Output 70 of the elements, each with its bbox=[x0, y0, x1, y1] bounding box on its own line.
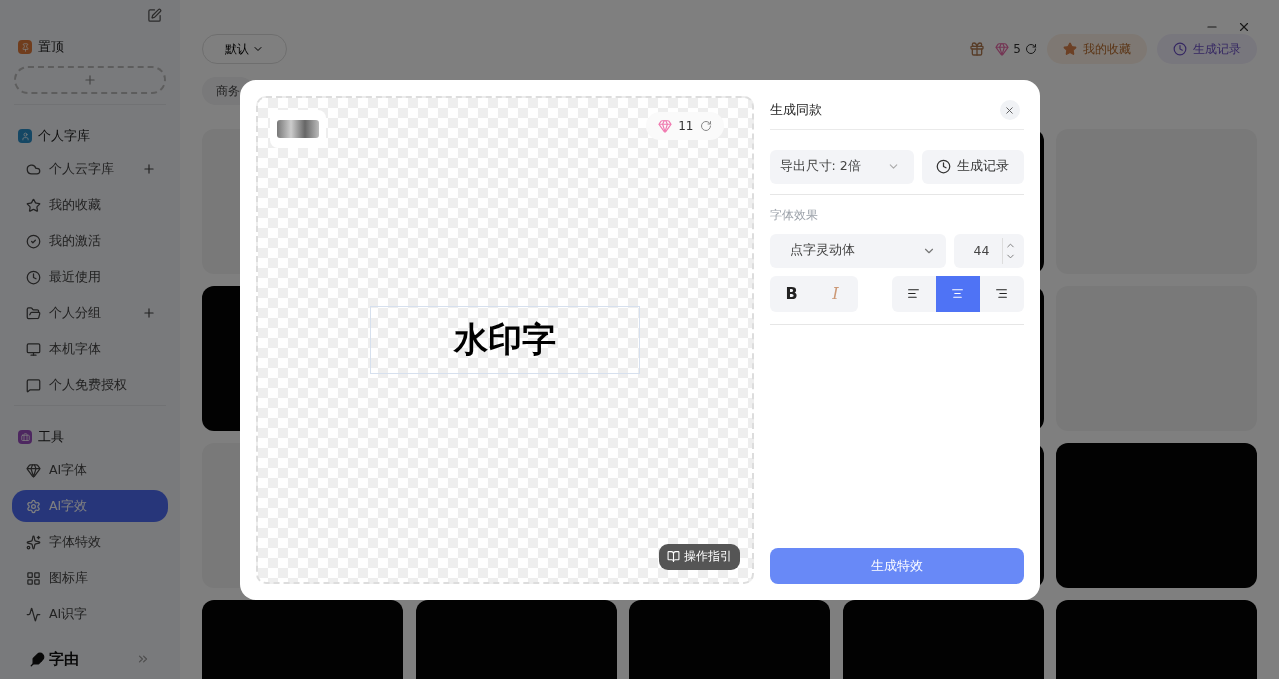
collapse-icon[interactable] bbox=[136, 652, 150, 666]
plus-icon bbox=[83, 73, 97, 87]
favorites-button[interactable]: 我的收藏 bbox=[1047, 34, 1147, 64]
photo-placeholder bbox=[276, 119, 319, 138]
export-size-dropdown[interactable]: 导出尺寸: 2倍 bbox=[769, 149, 914, 184]
close-icon bbox=[1004, 104, 1015, 116]
sidebar-item[interactable]: 我的收藏 bbox=[12, 189, 168, 221]
gift-icon[interactable] bbox=[969, 41, 986, 57]
generate-button[interactable]: 生成特效 bbox=[769, 547, 1024, 584]
align-right-icon bbox=[995, 287, 1008, 300]
sidebar-item[interactable]: 个人云字库 bbox=[12, 153, 168, 185]
align-center-icon bbox=[951, 287, 964, 300]
book-icon bbox=[666, 550, 680, 563]
clock-icon bbox=[936, 159, 951, 174]
credit-count: 5 bbox=[1013, 42, 1021, 56]
folder-icon bbox=[26, 305, 41, 321]
sidebar-item[interactable]: 最近使用 bbox=[12, 261, 168, 293]
section-title: 个人字库 bbox=[38, 127, 90, 145]
edit-icon[interactable] bbox=[147, 8, 162, 23]
section-title: 工具 bbox=[38, 428, 64, 446]
dialog-title: 生成同款 bbox=[769, 101, 822, 119]
sidebar-item[interactable]: 个人免费授权 bbox=[12, 369, 168, 401]
section-title: 置顶 bbox=[38, 38, 64, 56]
sidebar-item[interactable]: 本机字体 bbox=[12, 333, 168, 365]
add-icon[interactable] bbox=[142, 306, 156, 320]
sidebar-item[interactable]: AI识字 bbox=[12, 598, 168, 630]
sort-dropdown[interactable]: 默认 bbox=[202, 34, 287, 64]
guide-button[interactable]: 操作指引 bbox=[658, 543, 740, 570]
toolbox-icon bbox=[18, 430, 32, 444]
close-button[interactable] bbox=[999, 100, 1020, 120]
sidebar-item[interactable]: 个人分组 bbox=[12, 297, 168, 329]
feather-icon bbox=[30, 651, 45, 667]
font-dropdown[interactable]: 点字灵动体 bbox=[769, 233, 946, 268]
credit-count: 11 bbox=[678, 118, 694, 133]
clock-icon bbox=[1173, 42, 1187, 56]
sidebar-item[interactable]: 字体特效 bbox=[12, 526, 168, 558]
diamond-icon bbox=[995, 42, 1010, 56]
gear-icon bbox=[26, 498, 41, 514]
grid-icon bbox=[26, 570, 41, 586]
sidebar-item[interactable]: 图标库 bbox=[12, 562, 168, 594]
history-button[interactable]: 生成记录 bbox=[921, 149, 1024, 184]
sidebar-item[interactable]: 我的激活 bbox=[12, 225, 168, 257]
font-size-field[interactable]: 44 bbox=[953, 233, 1024, 268]
history-button[interactable]: 生成记录 bbox=[1157, 34, 1257, 64]
section-label: 字体效果 bbox=[769, 206, 819, 224]
user-icon bbox=[18, 129, 32, 143]
check-icon bbox=[26, 233, 41, 249]
refresh-icon[interactable] bbox=[699, 119, 712, 132]
wave-icon bbox=[26, 606, 41, 622]
sidebar-item[interactable]: AI字体 bbox=[12, 454, 168, 486]
clock-icon bbox=[26, 269, 41, 285]
bold-button[interactable]: B bbox=[769, 275, 814, 312]
refresh-icon[interactable] bbox=[1025, 43, 1037, 55]
sidebar-item[interactable]: AI字效 bbox=[12, 490, 168, 522]
star-icon bbox=[1063, 42, 1077, 56]
pin-icon bbox=[18, 40, 32, 54]
cloud-icon bbox=[26, 161, 41, 177]
star-icon bbox=[26, 197, 41, 213]
gem-icon bbox=[26, 462, 41, 478]
monitor-icon bbox=[26, 341, 41, 357]
close-icon[interactable] bbox=[1237, 20, 1251, 34]
text-layer[interactable]: 水印字 bbox=[369, 305, 640, 374]
thumbnail[interactable] bbox=[269, 109, 326, 148]
diamond-icon bbox=[658, 118, 673, 133]
add-pinned-button[interactable] bbox=[14, 66, 166, 94]
italic-button[interactable]: I bbox=[813, 275, 858, 312]
app-logo: 字由 bbox=[49, 649, 79, 669]
align-center-button[interactable] bbox=[935, 275, 980, 312]
align-left-icon bbox=[907, 287, 920, 300]
add-icon[interactable] bbox=[142, 162, 156, 176]
